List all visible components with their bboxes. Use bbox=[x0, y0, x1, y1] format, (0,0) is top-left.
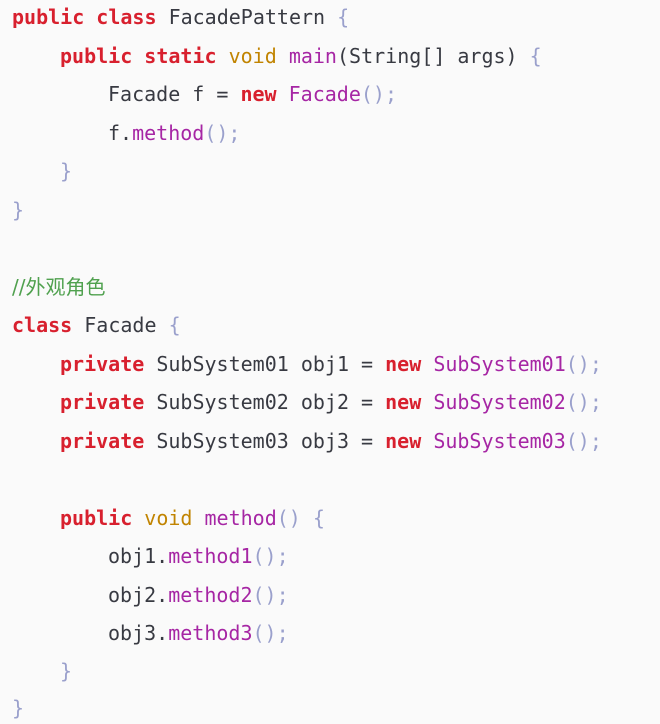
brace: } bbox=[12, 198, 25, 222]
class-ref: Facade bbox=[288, 82, 361, 106]
function-name: method bbox=[132, 121, 205, 145]
call-punct: (); bbox=[565, 429, 602, 453]
code-block: public class FacadePattern { public stat… bbox=[0, 0, 660, 724]
function-name: method3 bbox=[168, 621, 253, 645]
keyword: public bbox=[60, 44, 133, 68]
brace: { bbox=[529, 44, 542, 68]
code-line-12: public void method() { bbox=[60, 504, 325, 532]
brace: { bbox=[312, 506, 325, 530]
code-line-13: obj1.method1(); bbox=[108, 542, 289, 570]
keyword: class bbox=[12, 313, 73, 337]
type: void bbox=[144, 506, 193, 530]
class-ref: SubSystem03 bbox=[433, 429, 566, 453]
brace: } bbox=[60, 159, 73, 183]
code-line-15: obj3.method3(); bbox=[108, 619, 289, 647]
function-name: main bbox=[288, 44, 337, 68]
code-line-6: } bbox=[12, 196, 24, 224]
operator: = bbox=[361, 390, 374, 414]
call-punct: (); bbox=[565, 352, 602, 376]
operator: = bbox=[361, 429, 374, 453]
code-line-7: //外观角色 bbox=[12, 273, 105, 301]
code-line-14: obj2.method2(); bbox=[108, 581, 289, 609]
code-line-9: private SubSystem01 obj1 = new SubSystem… bbox=[60, 350, 602, 378]
code-line-11: private SubSystem03 obj3 = new SubSystem… bbox=[60, 427, 602, 455]
function-name: method2 bbox=[168, 583, 253, 607]
call-punct: (); bbox=[360, 82, 398, 106]
object-ref: obj2. bbox=[108, 583, 169, 607]
keyword: class bbox=[96, 5, 157, 29]
keyword: public bbox=[60, 506, 133, 530]
code-line-8: class Facade { bbox=[12, 311, 181, 339]
type: void bbox=[228, 44, 277, 68]
code-line-5: } bbox=[60, 157, 72, 185]
code-line-3: Facade f = new Facade(); bbox=[108, 80, 397, 108]
code-line-1: public class FacadePattern { bbox=[12, 3, 349, 31]
code-line-16: } bbox=[60, 657, 72, 685]
keyword: new bbox=[385, 390, 422, 414]
declaration: Facade f bbox=[108, 82, 205, 106]
declaration: SubSystem03 obj3 bbox=[156, 429, 349, 453]
class-ref: SubSystem02 bbox=[433, 390, 566, 414]
brace: } bbox=[12, 696, 25, 720]
keyword: private bbox=[60, 429, 145, 453]
declaration: SubSystem01 obj1 bbox=[156, 352, 349, 376]
function-name: method1 bbox=[168, 544, 253, 568]
comment: //外观角色 bbox=[12, 275, 106, 299]
operator: = bbox=[216, 82, 229, 106]
object-ref: f. bbox=[108, 121, 133, 145]
code-line-17: } bbox=[12, 694, 24, 722]
class-ref: SubSystem01 bbox=[433, 352, 566, 376]
call-punct: (); bbox=[252, 621, 289, 645]
params: (String[] args) bbox=[336, 44, 518, 68]
brace: { bbox=[337, 5, 350, 29]
keyword: new bbox=[385, 352, 422, 376]
object-ref: obj3. bbox=[108, 621, 169, 645]
keyword: public bbox=[12, 5, 85, 29]
keyword: new bbox=[240, 82, 277, 106]
object-ref: obj1. bbox=[108, 544, 169, 568]
function-name: method bbox=[204, 506, 277, 530]
code-line-10: private SubSystem02 obj2 = new SubSystem… bbox=[60, 388, 602, 416]
class-name: Facade bbox=[84, 313, 157, 337]
brace: } bbox=[60, 659, 73, 683]
code-line-4: f.method(); bbox=[108, 119, 240, 147]
keyword: private bbox=[60, 352, 145, 376]
call-punct: (); bbox=[252, 544, 289, 568]
keyword: private bbox=[60, 390, 145, 414]
call-punct: (); bbox=[252, 583, 289, 607]
code-line-2: public static void main(String[] args) { bbox=[60, 42, 542, 70]
declaration: SubSystem02 obj2 bbox=[156, 390, 349, 414]
operator: = bbox=[361, 352, 374, 376]
brace: { bbox=[168, 313, 181, 337]
class-name: FacadePattern bbox=[168, 5, 326, 29]
call-punct: (); bbox=[565, 390, 602, 414]
keyword: static bbox=[144, 44, 217, 68]
call-punct: () bbox=[276, 506, 301, 530]
keyword: new bbox=[385, 429, 422, 453]
call-punct: (); bbox=[204, 121, 241, 145]
